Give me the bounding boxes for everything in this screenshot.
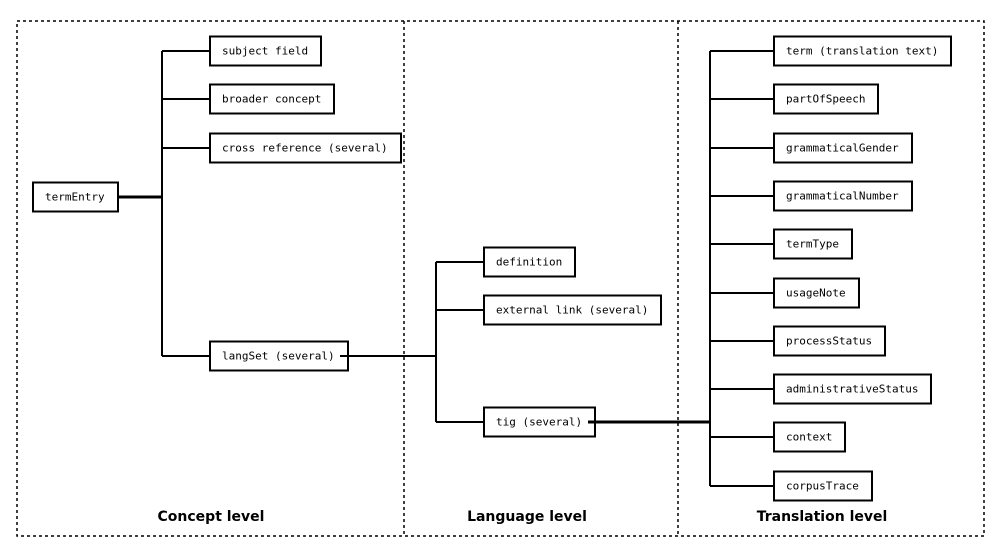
translation-node-label: administrativeStatus — [786, 383, 918, 396]
concept-node-label: broader concept — [222, 93, 321, 106]
language-node-label: tig (several) — [496, 416, 582, 429]
level-label-translation: Translation level — [757, 509, 888, 525]
translation-node-label: context — [786, 431, 832, 444]
translation-node-label: partOfSpeech — [786, 93, 865, 106]
concept-node-label: subject field — [222, 45, 308, 58]
translation-node-label: term (translation text) — [786, 45, 938, 58]
language-node-label: definition — [496, 256, 562, 269]
translation-node-label: grammaticalGender — [786, 142, 899, 155]
translation-node-label: corpusTrace — [786, 480, 859, 493]
concept-node-label: cross reference (several) — [222, 142, 388, 155]
terminology-structure-diagram: termEntry subject field broader concept cro… — [16, 20, 985, 537]
concept-node-label: langSet (several) — [222, 350, 335, 363]
level-label-language: Language level — [467, 509, 587, 525]
language-node-label: external link (several) — [496, 304, 648, 317]
translation-node-label: grammaticalNumber — [786, 190, 899, 203]
translation-node-label: termType — [786, 238, 839, 251]
level-label-concept: Concept level — [158, 509, 265, 525]
translation-node-label: usageNote — [786, 287, 846, 300]
translation-node-label: processStatus — [786, 335, 872, 348]
term-entry-node-label: termEntry — [45, 191, 105, 204]
